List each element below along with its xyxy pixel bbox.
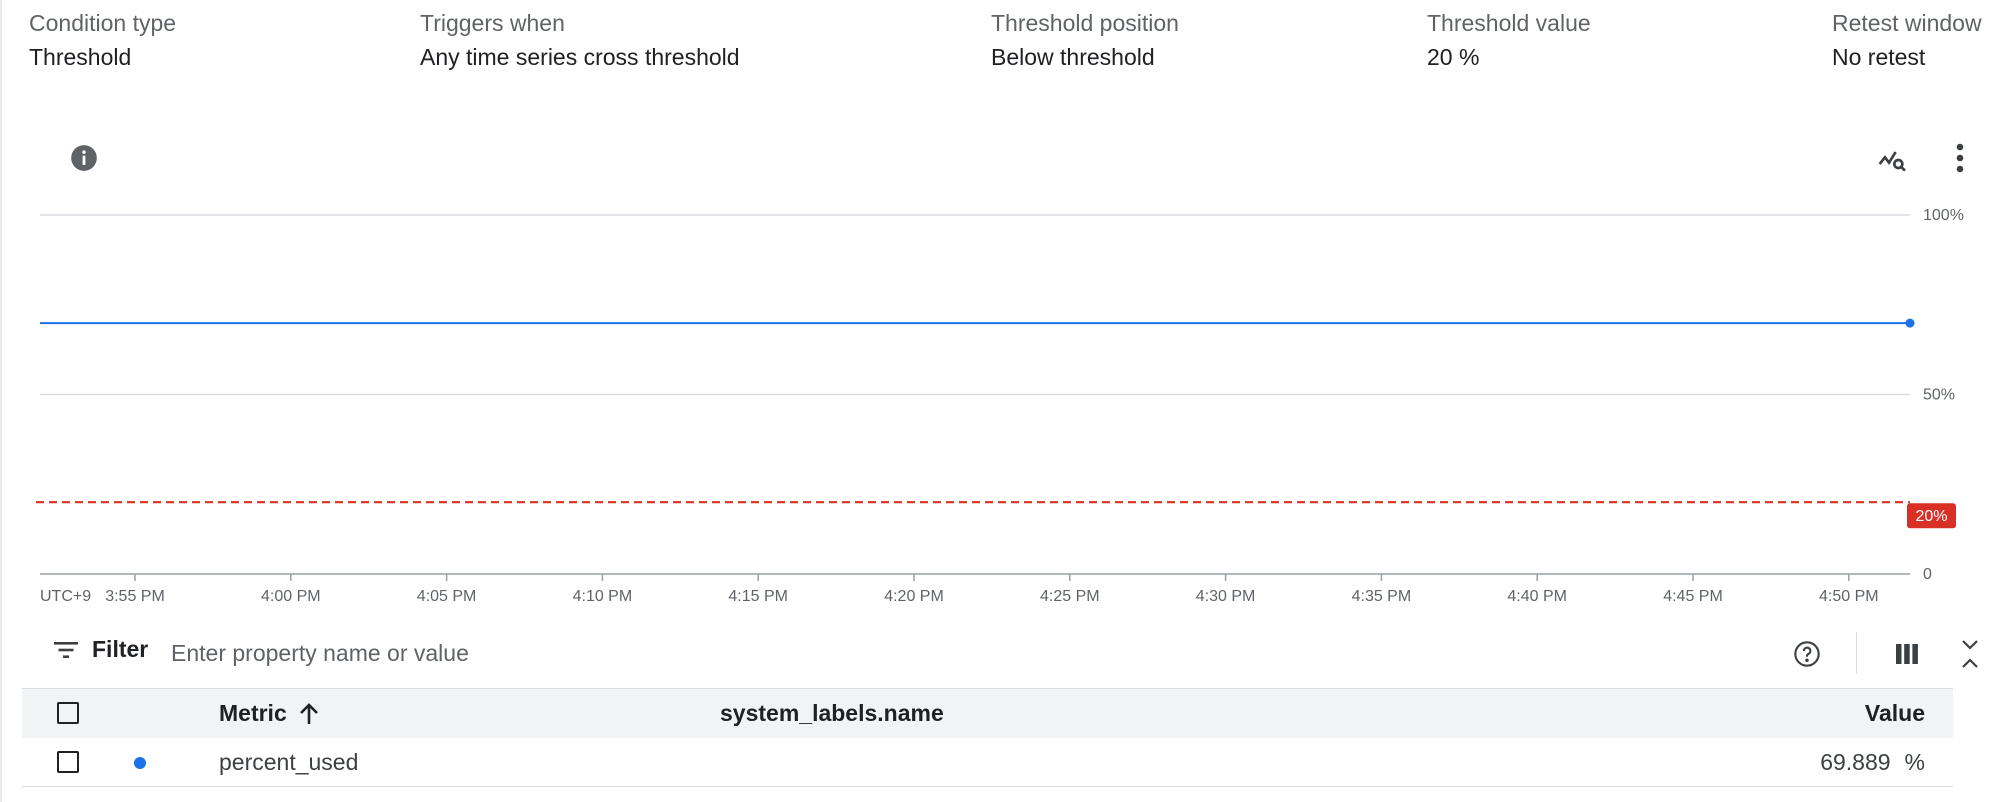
x-tick-label: 4:15 PM [728, 588, 788, 605]
y-tick-label: 0 [1923, 566, 1932, 583]
condition-summary: Condition type Threshold Triggers when A… [0, 8, 2004, 78]
x-tick-label: 4:35 PM [1352, 588, 1412, 605]
metric-chart: 0 50% 100% UTC+9 3:55 PM 4:00 PM 4:05 PM 4:10 P… [36, 207, 1964, 605]
table-header: Metric system_labels.name Value [22, 688, 1953, 739]
arrow-up-icon [299, 702, 318, 724]
summary-value: Below threshold [991, 44, 1155, 70]
header-value[interactable]: Value [1865, 689, 1925, 738]
threshold-badge-label: 20% [1915, 508, 1947, 525]
filter-label: Filter [92, 636, 149, 662]
x-tick-label: 4:20 PM [884, 588, 944, 605]
filter-button[interactable]: Filter [54, 636, 148, 663]
summary-value: No retest [1832, 44, 1926, 70]
series-end-point [1905, 318, 1915, 328]
column-picker-icon[interactable] [1892, 640, 1922, 668]
chart-search-icon[interactable] [1875, 142, 1911, 178]
summary-threshold-value: Threshold value 20 % [1427, 8, 1591, 72]
row-checkbox[interactable] [57, 751, 79, 773]
more-vert-icon[interactable] [1944, 140, 1976, 176]
summary-value: Threshold [29, 44, 132, 70]
y-tick-label: 100% [1923, 207, 1964, 224]
header-metric[interactable]: Metric [219, 689, 319, 738]
summary-label: Threshold value [1427, 10, 1591, 36]
filter-bar: Filter [22, 618, 2004, 688]
summary-label: Retest window [1832, 10, 1982, 36]
summary-value: Any time series cross threshold [420, 44, 740, 70]
header-metric-label: Metric [219, 700, 287, 726]
toolbar-divider [1856, 632, 1857, 674]
x-tick-label: 4:45 PM [1663, 588, 1723, 605]
info-icon[interactable] [68, 142, 100, 174]
header-system-labels[interactable]: system_labels.name [720, 689, 944, 738]
row-metric: percent_used [219, 749, 359, 775]
summary-label: Triggers when [420, 10, 565, 36]
summary-triggers-when: Triggers when Any time series cross thre… [420, 8, 740, 72]
y-tick-label: 50% [1923, 387, 1955, 404]
summary-condition-type: Condition type Threshold [29, 8, 176, 72]
summary-label: Condition type [29, 10, 177, 36]
filter-input[interactable] [169, 632, 1273, 674]
summary-threshold-position: Threshold position Below threshold [991, 8, 1179, 72]
row-value-unit: % [1904, 749, 1925, 775]
summary-label: Threshold position [991, 10, 1179, 36]
table-row: percent_used 69.889 % [22, 738, 1953, 787]
x-tick-label: 4:30 PM [1196, 588, 1256, 605]
summary-value: 20 % [1427, 44, 1480, 70]
row-value: 69.889 % [1820, 738, 1925, 786]
row-value-number: 69.889 [1820, 749, 1891, 775]
summary-retest-window: Retest window No retest [1832, 8, 1982, 72]
timezone-label: UTC+9 [40, 588, 91, 605]
x-tick-label: 4:10 PM [573, 588, 633, 605]
x-tick-label: 3:55 PM [105, 588, 165, 605]
select-all-checkbox[interactable] [57, 702, 79, 724]
x-tick-label: 4:40 PM [1507, 588, 1567, 605]
x-tick-label: 4:00 PM [261, 588, 321, 605]
series-color-dot [134, 757, 146, 769]
x-tick-label: 4:05 PM [417, 588, 477, 605]
collapse-icon[interactable] [1958, 636, 1982, 672]
x-tick-label: 4:50 PM [1819, 588, 1879, 605]
help-icon[interactable] [1792, 639, 1822, 669]
x-tick-label: 4:25 PM [1040, 588, 1100, 605]
filter-icon [54, 641, 78, 658]
